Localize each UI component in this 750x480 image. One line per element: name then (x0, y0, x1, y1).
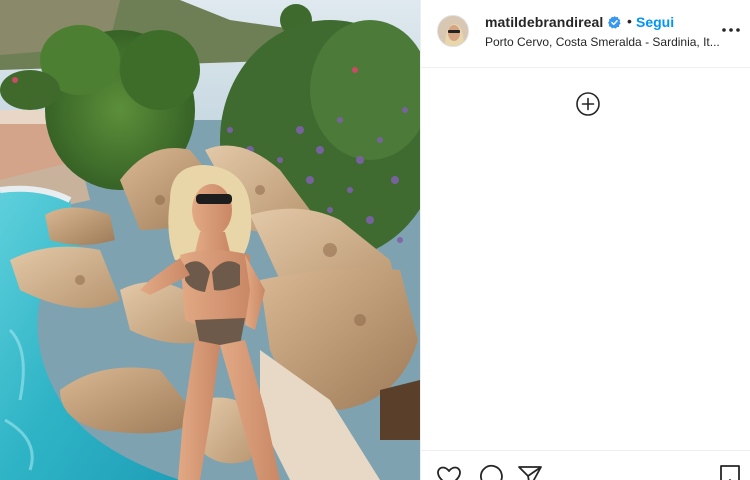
username-link[interactable]: matildebrandireal (485, 14, 603, 30)
avatar-image (438, 16, 468, 46)
post-header: matildebrandireal • Segui Porto Cervo, C… (421, 0, 750, 68)
post-photo[interactable] (0, 0, 420, 480)
location-link[interactable]: Porto Cervo, Costa Smeralda - Sardinia, … (485, 35, 735, 49)
post-image (0, 0, 420, 480)
plus-circle-icon[interactable] (575, 91, 601, 117)
post-actions-bar (421, 450, 750, 480)
instagram-post: matildebrandireal • Segui Porto Cervo, C… (0, 0, 750, 480)
speech-bubble-icon[interactable] (477, 464, 503, 480)
bookmark-icon[interactable] (717, 464, 743, 480)
paper-plane-icon[interactable] (517, 464, 543, 480)
heart-icon[interactable] (436, 464, 462, 480)
verified-badge-icon (608, 16, 621, 29)
post-side-panel: matildebrandireal • Segui Porto Cervo, C… (420, 0, 750, 480)
separator-dot: • (627, 13, 632, 29)
avatar[interactable] (437, 15, 469, 47)
follow-button[interactable]: Segui (636, 14, 674, 30)
